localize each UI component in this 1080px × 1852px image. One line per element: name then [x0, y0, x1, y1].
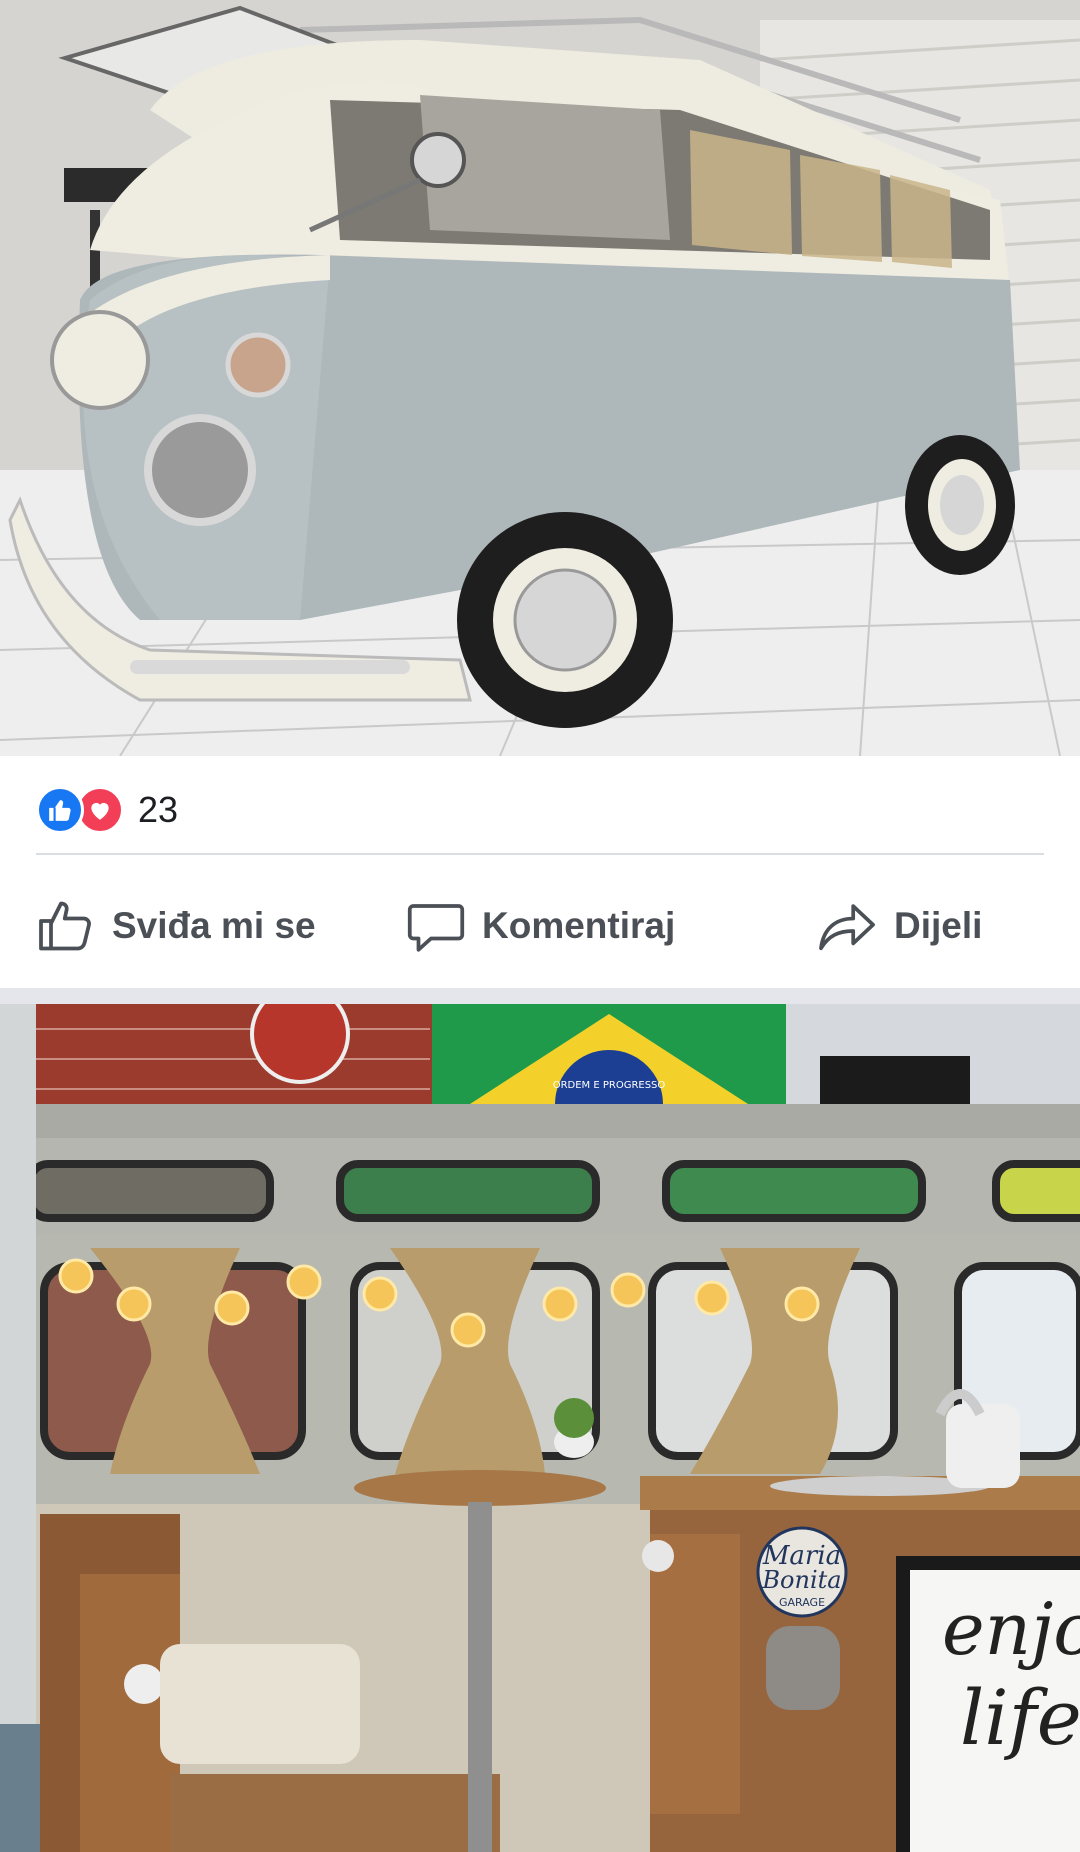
post-actions: Sviđa mi se Komentiraj Dijeli [0, 864, 1080, 988]
comment-button[interactable]: Komentiraj [406, 864, 675, 988]
sign-text-2: life [960, 1673, 1080, 1762]
sticker-text-3: GARAGE [779, 1596, 825, 1609]
post-photo-bus-interior[interactable]: ORDEM E PROGRESSO Maria Bonita GARAGE en… [0, 1004, 1080, 1852]
share-button[interactable]: Dijeli [816, 864, 982, 988]
reactions-summary[interactable]: 23 [36, 780, 178, 840]
sign-text-1: enjo [942, 1587, 1080, 1671]
like-reaction-icon [36, 786, 84, 834]
share-arrow-icon [819, 904, 875, 951]
post-photo-bus-exterior[interactable] [0, 0, 1080, 756]
like-button[interactable]: Sviđa mi se [36, 864, 316, 988]
thumbs-up-icon [39, 901, 91, 951]
flag-motto: ORDEM E PROGRESSO [553, 1080, 666, 1091]
sticker-text-2: Bonita [761, 1566, 841, 1594]
like-button-label: Sviđa mi se [112, 905, 316, 946]
bus-exterior-illustration [0, 0, 1080, 756]
post-footer: 23 Sviđa mi se Komentiraj Dijeli [0, 756, 1080, 988]
comment-bubble-icon [407, 904, 465, 952]
bus-interior-illustration: ORDEM E PROGRESSO Maria Bonita GARAGE en… [0, 1004, 1080, 1852]
feed-separator [0, 988, 1080, 1004]
share-button-label: Dijeli [894, 905, 983, 946]
reaction-count: 23 [138, 789, 179, 830]
divider [36, 853, 1044, 855]
comment-button-label: Komentiraj [482, 905, 676, 946]
